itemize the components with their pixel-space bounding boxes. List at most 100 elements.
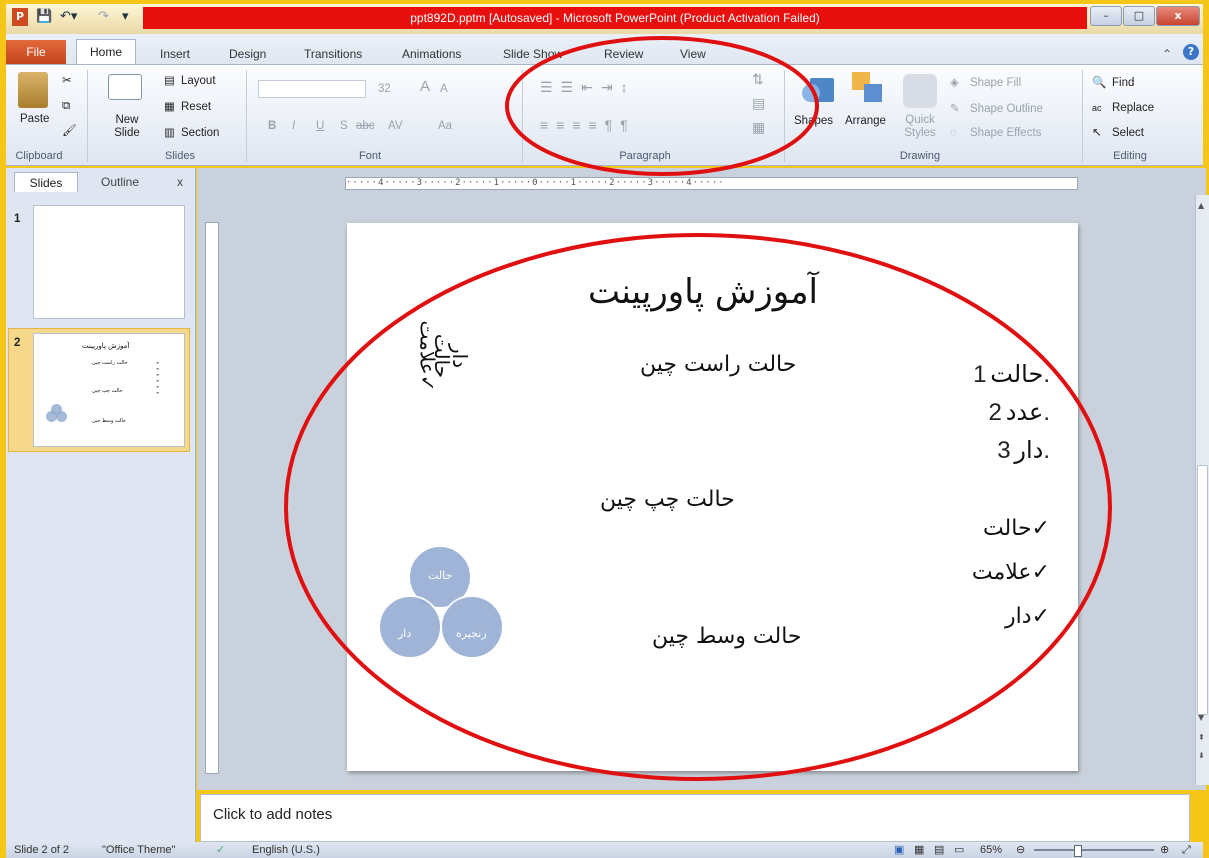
fit-to-window-icon[interactable]: ⤢ <box>1182 842 1191 858</box>
spellcheck-icon[interactable]: ✓ <box>216 842 225 858</box>
notes-pane[interactable] <box>200 794 1190 842</box>
slideshow-view-icon[interactable]: ▭ <box>954 842 964 858</box>
zoom-slider-thumb[interactable] <box>1074 845 1082 857</box>
cut-icon[interactable]: ✂ <box>62 74 72 88</box>
check-list-item: ✓علامت <box>971 560 1050 585</box>
format-painter-icon[interactable]: 🖌 <box>62 124 77 138</box>
close-button[interactable]: x <box>1156 6 1200 26</box>
list-item: حالت 1. <box>965 360 1050 389</box>
powerpoint-app-icon[interactable]: P <box>12 8 28 26</box>
zoom-in-icon[interactable]: ⊕ <box>1160 842 1169 858</box>
slide-2-thumbnail[interactable]: آموزش پاورپینت حالت راست چین حالت چپ چین… <box>33 333 185 447</box>
close-pane-button[interactable]: x <box>170 172 190 192</box>
shapes-icon[interactable] <box>800 72 838 108</box>
bold-button[interactable]: B <box>268 119 276 133</box>
paste-button[interactable]: Paste <box>20 112 49 126</box>
tab-home[interactable]: Home <box>76 39 136 65</box>
shrink-font-button[interactable]: A <box>440 82 448 96</box>
venn-diagram[interactable]: حالت دار زنجیره <box>378 545 508 670</box>
align-text-icon[interactable]: ▤ <box>752 96 765 110</box>
quick-styles-icon[interactable] <box>903 74 937 108</box>
copy-icon[interactable]: ⧉ <box>62 99 70 113</box>
vertical-text-block[interactable]: حالت ✓علامت دار <box>390 288 500 408</box>
font-name-box[interactable] <box>258 80 366 98</box>
left-align-text[interactable]: حالت چپ چین <box>600 487 735 512</box>
shape-effects-icon: ◌ <box>950 127 957 139</box>
minimize-ribbon-icon[interactable]: ⌃ <box>1162 44 1172 64</box>
tab-review[interactable]: Review <box>604 44 643 64</box>
list-item: دار 3. <box>989 436 1050 465</box>
previous-slide-icon[interactable]: ⇞ <box>1198 733 1205 742</box>
quick-styles-button[interactable]: Quick Styles <box>900 114 940 140</box>
undo-icon[interactable]: ↶▾ <box>60 8 88 26</box>
section-icon: ▥ <box>164 127 175 139</box>
layout-button[interactable]: Layout <box>181 74 216 88</box>
select-button[interactable]: Select <box>1112 126 1144 140</box>
tab-transitions[interactable]: Transitions <box>304 44 362 64</box>
zoom-level[interactable]: 65% <box>980 842 1002 858</box>
redo-icon[interactable]: ↷ <box>98 8 114 26</box>
reading-view-icon[interactable]: ▤ <box>934 842 944 858</box>
replace-button[interactable]: Replace <box>1112 101 1154 115</box>
char-spacing-button[interactable]: AV <box>388 119 403 133</box>
italic-button[interactable]: I <box>292 119 295 133</box>
reset-button[interactable]: Reset <box>181 100 211 114</box>
status-language[interactable]: English (U.S.) <box>252 842 320 858</box>
slide-title[interactable]: آموزش پاورپینت <box>588 272 818 312</box>
save-icon[interactable]: 💾 <box>36 8 52 26</box>
tab-slide-show[interactable]: Slide Show <box>503 44 563 64</box>
new-slide-button[interactable]: New Slide <box>106 114 148 140</box>
vertical-ruler[interactable] <box>205 222 219 774</box>
minimize-button[interactable]: – <box>1090 6 1122 26</box>
maximize-button[interactable]: □ <box>1123 6 1155 26</box>
strikethrough-button[interactable]: abc <box>356 119 375 133</box>
notes-placeholder[interactable]: Click to add notes <box>213 806 332 823</box>
scroll-up-icon[interactable]: ▲ <box>1198 201 1204 210</box>
alignment-icons[interactable]: ≡≡≡≡¶¶ <box>540 118 636 132</box>
normal-view-icon[interactable]: ▣ <box>894 842 904 858</box>
tab-view[interactable]: View <box>680 44 706 64</box>
horizontal-ruler[interactable]: ·····4·····3·····2·····1·····0·····1····… <box>345 177 1078 190</box>
change-case-button[interactable]: Aa <box>438 119 452 133</box>
arrange-button[interactable]: Arrange <box>845 114 886 128</box>
grow-font-button[interactable]: A <box>420 79 430 94</box>
shape-effects-button[interactable]: Shape Effects <box>970 126 1041 140</box>
arrange-icon[interactable] <box>852 72 886 106</box>
text-direction-icon[interactable]: ⇅ <box>752 72 764 86</box>
scroll-down-icon[interactable]: ▼ <box>1198 713 1204 722</box>
next-slide-icon[interactable]: ⇟ <box>1198 751 1205 760</box>
paste-icon[interactable] <box>18 72 48 108</box>
zoom-slider[interactable] <box>1034 849 1154 851</box>
find-button[interactable]: Find <box>1112 76 1134 90</box>
bullets-numbering-icons[interactable]: ☰☰⇤⇥↕ <box>540 80 636 94</box>
status-bar: Slide 2 of 2 "Office Theme" ✓ English (U… <box>6 842 1203 858</box>
shape-fill-button[interactable]: Shape Fill <box>970 76 1021 90</box>
tab-design[interactable]: Design <box>229 44 266 64</box>
zoom-out-icon[interactable]: ⊖ <box>1016 842 1025 858</box>
customize-qat-icon[interactable]: ▾ <box>122 8 136 26</box>
section-button[interactable]: Section <box>181 126 219 140</box>
tab-slides[interactable]: Slides <box>14 172 78 192</box>
center-align-text[interactable]: حالت وسط چین <box>652 624 802 649</box>
tab-animations[interactable]: Animations <box>402 44 461 64</box>
shapes-button[interactable]: Shapes <box>794 114 833 128</box>
smartart-icon[interactable]: ▦ <box>752 120 765 134</box>
slide-sorter-view-icon[interactable]: ▦ <box>914 842 924 858</box>
list-item-text: دار <box>1014 436 1044 464</box>
scrollbar-thumb[interactable] <box>1197 465 1208 715</box>
help-icon[interactable]: ? <box>1183 44 1199 60</box>
font-size-box[interactable]: 32 <box>378 82 391 96</box>
check-list[interactable]: ✓حالت ✓علامت ✓دار <box>930 516 1050 646</box>
shadow-button[interactable]: S <box>340 119 348 133</box>
tab-outline[interactable]: Outline <box>86 172 154 192</box>
right-align-text[interactable]: حالت راست چین <box>640 352 796 377</box>
numbered-list[interactable]: حالت 1. عدد 2. دار 3. <box>930 360 1050 480</box>
underline-button[interactable]: U <box>316 119 324 133</box>
new-slide-icon[interactable] <box>108 74 142 100</box>
slide-1-thumbnail[interactable] <box>33 205 185 319</box>
vertical-scrollbar[interactable]: ▲ ▼ ⇞ ⇟ <box>1195 195 1209 785</box>
shape-outline-button[interactable]: Shape Outline <box>970 102 1043 116</box>
tab-file[interactable]: File <box>6 40 66 64</box>
tab-insert[interactable]: Insert <box>160 44 190 64</box>
paragraph-group-label: Paragraph <box>619 150 671 162</box>
